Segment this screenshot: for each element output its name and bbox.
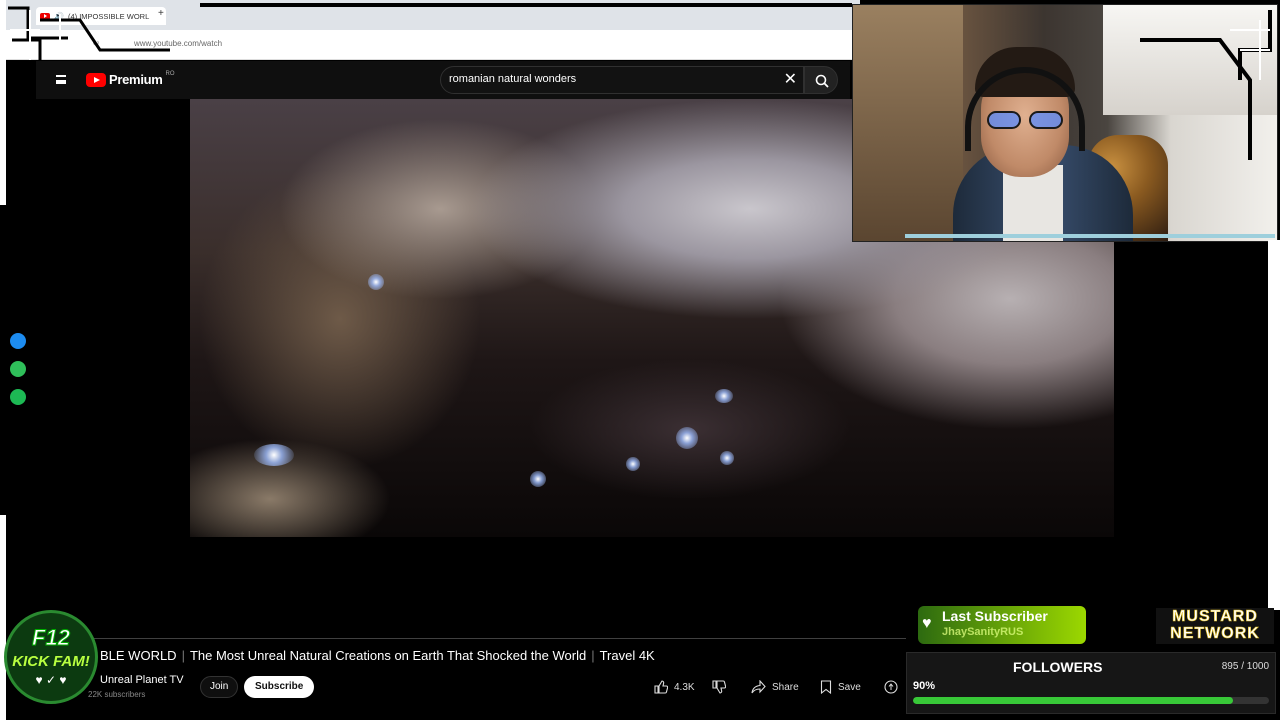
save-label: Save [838, 681, 861, 693]
bookmark-icon [820, 680, 832, 694]
cave-light [626, 457, 640, 471]
corner-circuit-icon [8, 6, 170, 60]
share-label: Share [772, 681, 799, 693]
whatsapp-icon[interactable] [10, 361, 26, 377]
like-count: 4.3K [674, 681, 695, 693]
title-prefix: BLE WORLD [100, 648, 177, 663]
thanks-button[interactable] [884, 676, 898, 698]
frame-border [1268, 240, 1280, 610]
dislike-button[interactable] [712, 676, 726, 698]
frame-border [200, 3, 852, 7]
super-thanks-icon [884, 680, 898, 694]
followers-label: FOLLOWERS [1013, 659, 1103, 675]
followers-progress-fill [913, 697, 1234, 704]
search-box[interactable]: ✕ [440, 66, 804, 94]
cave-light [715, 389, 733, 403]
channel-name[interactable]: Unreal Planet TV [100, 674, 184, 686]
cave-light [530, 471, 546, 487]
mustard-network-logo: MUSTARD NETWORK [1156, 608, 1274, 644]
title-separator: | [181, 648, 185, 663]
logo-line2: KICK FAM! [12, 653, 90, 670]
thumbs-down-icon [712, 680, 726, 694]
subscriber-count: 22K subscribers [88, 690, 146, 699]
corner-circuit-icon [1140, 10, 1272, 160]
share-button[interactable]: Share [751, 676, 799, 698]
last-subscriber-name: JhaySanityRUS [942, 626, 1024, 638]
frame-border [0, 205, 6, 515]
cave-light [720, 451, 734, 465]
cave-light [254, 444, 294, 466]
search-icon [815, 74, 829, 88]
share-icon [751, 680, 766, 694]
thumbs-up-icon [654, 680, 668, 694]
spotify-icon[interactable] [10, 389, 26, 405]
followers-progress-track [913, 697, 1269, 704]
title-main: The Most Unreal Natural Creations on Ear… [189, 648, 587, 663]
webcam-frame-bar [905, 234, 1125, 238]
last-subscriber-widget: ♥ Last Subscriber JhaySanityRUS [918, 606, 1086, 644]
last-subscriber-title: Last Subscriber [942, 608, 1048, 624]
cave-light [676, 427, 698, 449]
f12-kick-fam-logo: F12 KICK FAM! ♥ ✓ ♥ [4, 610, 98, 704]
clear-search-icon[interactable]: ✕ [784, 71, 797, 89]
logo-line1: F12 [32, 625, 71, 651]
stream-screen: 🔊 (4) IMPOSSIBLE WORL + ↻ www.youtube.co… [0, 0, 1280, 720]
background-wall [853, 5, 963, 241]
save-button[interactable]: Save [820, 676, 861, 698]
webcam-frame-bar [1095, 234, 1275, 238]
network-line1: MUSTARD [1172, 608, 1258, 626]
video-title: BLE WORLD | The Most Unreal Natural Creati… [100, 648, 655, 663]
search-input[interactable] [449, 73, 769, 85]
title-separator: | [591, 648, 595, 663]
cave-light [368, 274, 384, 290]
network-line2: NETWORK [1170, 625, 1260, 643]
followers-goal-widget: FOLLOWERS 895 / 1000 90% [906, 652, 1276, 714]
join-button[interactable]: Join [200, 676, 239, 698]
search-button[interactable] [804, 66, 838, 94]
heart-icon: ♥ [922, 615, 932, 632]
followers-count: 895 / 1000 [1221, 661, 1269, 672]
like-button[interactable]: 4.3K [654, 676, 695, 698]
frame-border [36, 638, 906, 639]
logo-icons: ♥ ✓ ♥ [35, 673, 67, 687]
subscribe-button[interactable]: Subscribe [244, 676, 315, 698]
followers-percent: 90% [913, 680, 936, 692]
title-suffix: Travel 4K [599, 648, 655, 663]
messenger-icon[interactable] [10, 333, 26, 349]
